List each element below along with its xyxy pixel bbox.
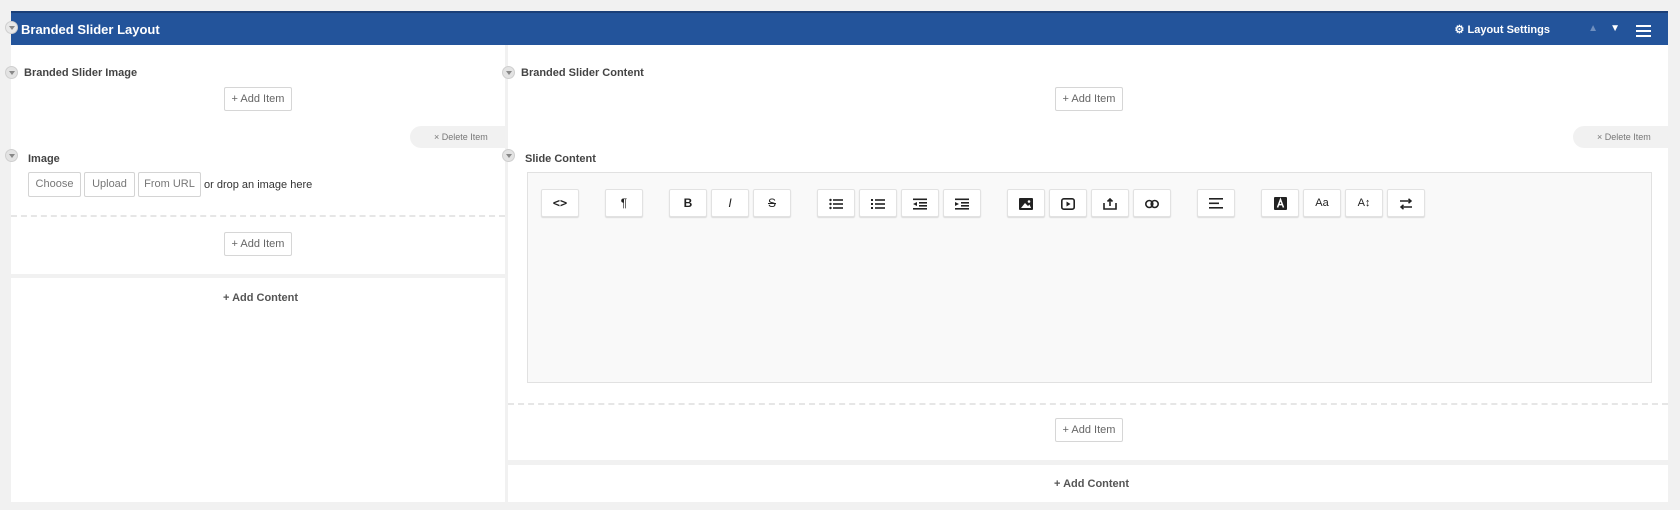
indent-icon[interactable] (943, 189, 981, 217)
font-color-icon[interactable] (1261, 189, 1299, 217)
move-up-icon[interactable]: ▲ (1588, 23, 1598, 34)
add-item-button[interactable]: + Add Item (1055, 87, 1123, 111)
code-view-button[interactable]: <> (541, 189, 579, 217)
collapse-toggle-icon[interactable] (5, 149, 18, 162)
insert-image-icon[interactable] (1007, 189, 1045, 217)
align-icon[interactable] (1197, 189, 1235, 217)
collapse-toggle-icon[interactable] (502, 66, 515, 79)
hamburger-menu-icon[interactable] (1636, 25, 1651, 40)
add-content-button[interactable]: + Add Content (223, 292, 298, 304)
collapse-toggle-icon[interactable] (5, 21, 18, 34)
move-down-icon[interactable]: ▼ (1610, 23, 1620, 34)
section-title: Branded Slider Image (24, 67, 138, 79)
strikethrough-button[interactable]: S (753, 189, 791, 217)
delete-item-button[interactable]: × Delete Item (410, 126, 505, 148)
rich-text-editor[interactable]: <> ¶ B I S Aa A↕ (527, 172, 1652, 383)
image-field-label: Image (28, 153, 60, 165)
outdent-icon[interactable] (901, 189, 939, 217)
divider (11, 274, 505, 278)
divider (508, 403, 1668, 405)
insert-video-icon[interactable] (1049, 189, 1087, 217)
layout-header: Branded Slider Layout ⚙ Layout Settings … (5, 11, 1668, 45)
unordered-list-icon[interactable] (817, 189, 855, 217)
layout-title: Branded Slider Layout (21, 22, 160, 37)
delete-item-button[interactable]: × Delete Item (1573, 126, 1668, 148)
ordered-list-icon[interactable] (859, 189, 897, 217)
link-icon[interactable] (1133, 189, 1171, 217)
choose-image-button[interactable]: Choose (28, 172, 81, 197)
gear-icon: ⚙ (1454, 24, 1465, 36)
divider (11, 215, 505, 217)
collapse-toggle-icon[interactable] (5, 66, 18, 79)
add-item-button[interactable]: + Add Item (1055, 418, 1123, 442)
layout-settings-button[interactable]: ⚙ Layout Settings (1455, 23, 1550, 36)
italic-button[interactable]: I (711, 189, 749, 217)
bold-button[interactable]: B (669, 189, 707, 217)
font-size-button[interactable]: A↕ (1345, 189, 1383, 217)
add-content-button[interactable]: + Add Content (1054, 478, 1129, 490)
text-direction-icon[interactable] (1387, 189, 1425, 217)
font-family-button[interactable]: Aa (1303, 189, 1341, 217)
add-item-button[interactable]: + Add Item (224, 232, 292, 256)
paragraph-button[interactable]: ¶ (605, 189, 643, 217)
collapse-toggle-icon[interactable] (502, 149, 515, 162)
layout-settings-label: Layout Settings (1467, 24, 1550, 36)
slide-content-label: Slide Content (525, 153, 596, 165)
upload-image-button[interactable]: Upload (84, 172, 135, 197)
drop-image-hint: or drop an image here (204, 179, 313, 191)
embed-icon[interactable] (1091, 189, 1129, 217)
from-url-button[interactable]: From URL (138, 172, 201, 197)
section-title: Branded Slider Content (521, 67, 644, 79)
add-item-button[interactable]: + Add Item (224, 87, 292, 111)
